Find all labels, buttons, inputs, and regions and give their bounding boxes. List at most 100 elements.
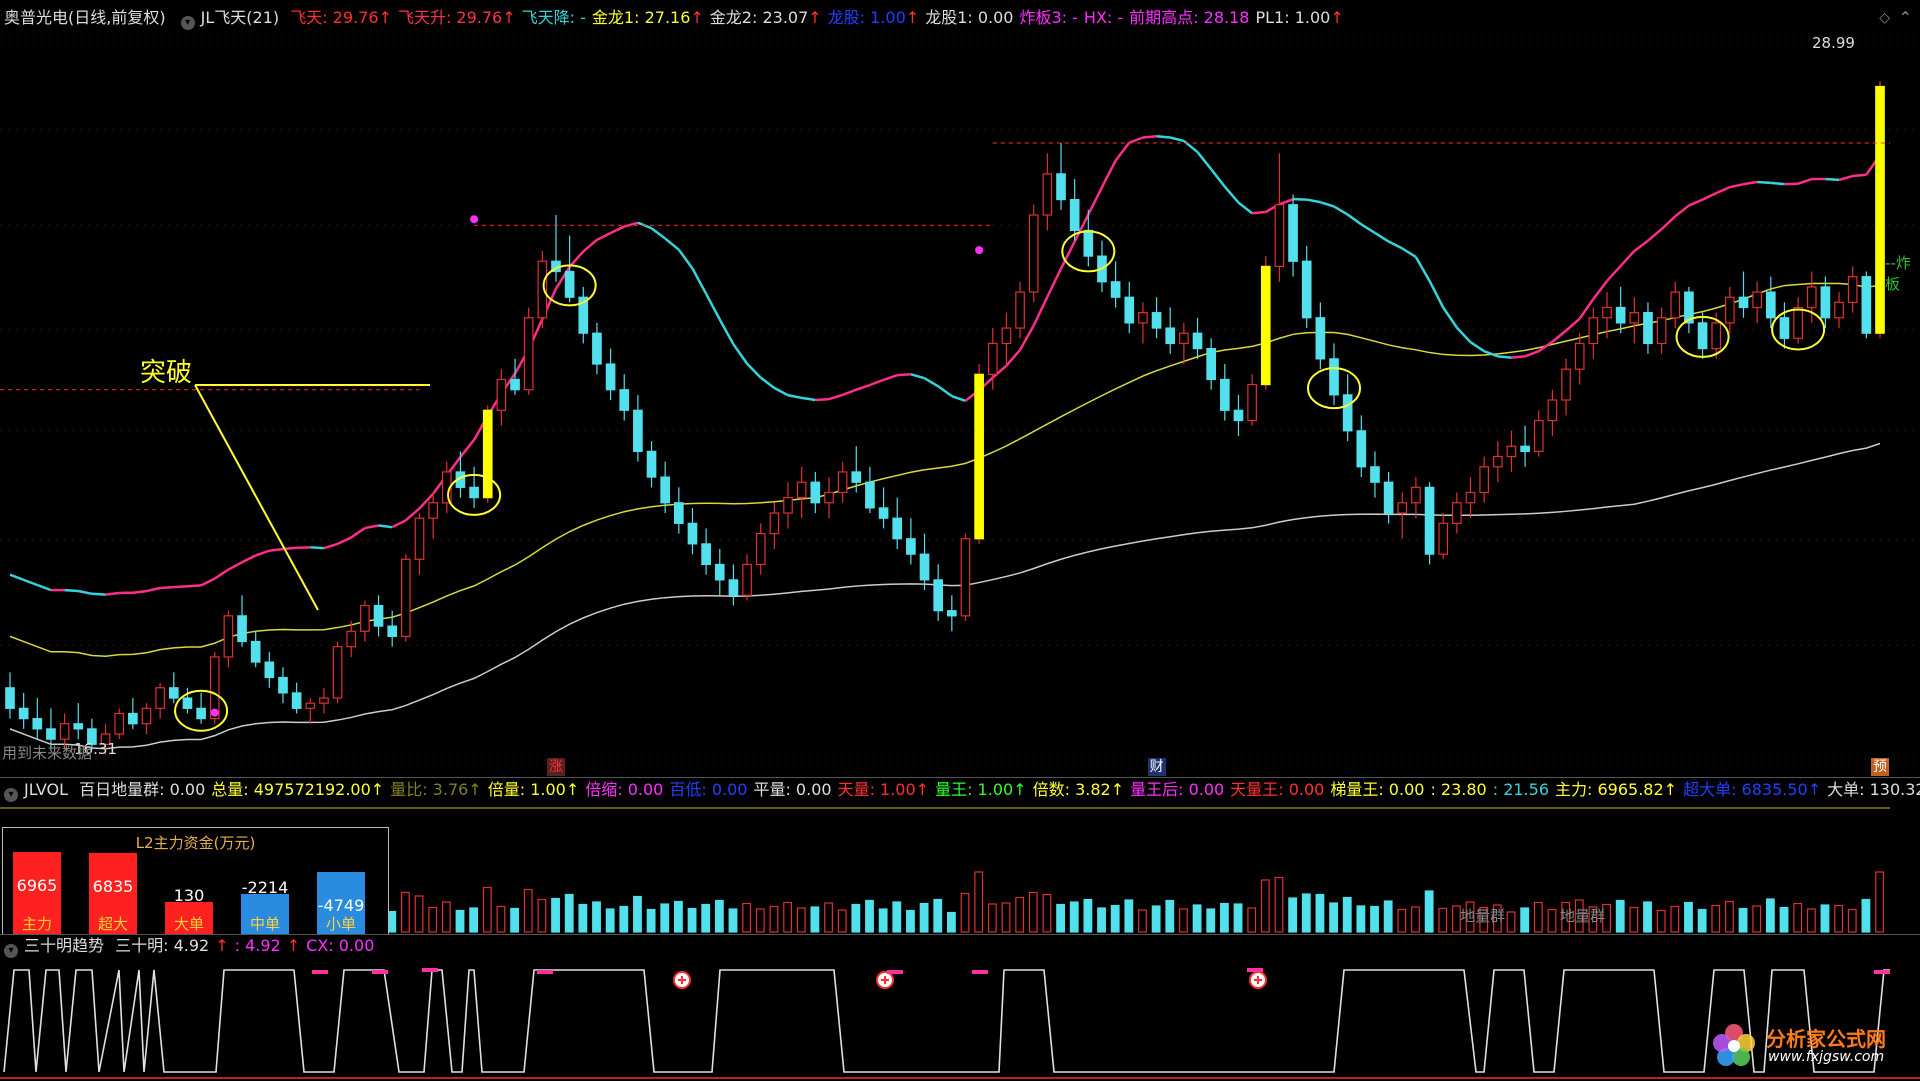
stock-title[interactable]: 奥普光电(日线,前复权) (4, 8, 166, 27)
candle-body (1492, 455, 1503, 468)
scroll-up-icon[interactable]: ⌃ (1899, 8, 1912, 27)
band-line-segment (1360, 223, 1376, 235)
candle-body (73, 723, 84, 730)
volume-bar (619, 905, 629, 933)
trend-highlight (372, 970, 388, 974)
indicator-value: 超大单: 6835.50↑ (1683, 780, 1822, 799)
volume-bar (1274, 876, 1284, 933)
candle-body (469, 486, 479, 499)
band-line-segment (91, 592, 106, 596)
band-line-segment (269, 547, 284, 552)
band-line-segment (105, 591, 120, 596)
candle-body (1329, 358, 1339, 396)
band-line-segment (173, 585, 188, 589)
indicator-value: CX: 0.00 (306, 936, 375, 955)
volume-bar (1356, 905, 1366, 933)
volume-bar (592, 901, 601, 933)
volume-bar (987, 903, 997, 933)
candle-body (1479, 466, 1489, 494)
candle-body (960, 538, 971, 617)
band-line-segment (1592, 280, 1609, 300)
trend-indicator-name[interactable]: 三十明趋势 (24, 936, 104, 955)
volume-bar (755, 908, 765, 933)
band-line-segment (1100, 160, 1117, 188)
l2-label: 小单 (325, 915, 356, 933)
band-line-segment (1524, 350, 1540, 358)
event-marker[interactable]: 财 (1147, 758, 1166, 776)
indicator-value: PL1: 1.00 (1255, 8, 1331, 27)
l2-panel-title: L2主力资金(万元) (135, 834, 256, 852)
volume-bar (1138, 909, 1147, 933)
l2-value: 130 (173, 885, 205, 905)
volume-bar (1097, 907, 1106, 933)
volume-bar (1260, 879, 1270, 933)
volume-indicator-name[interactable]: JLVOL (24, 780, 68, 799)
chevron-down-icon[interactable]: ▾ (180, 16, 195, 30)
band-line-segment (828, 393, 844, 401)
candle-body (646, 450, 657, 478)
volume-bar (1015, 896, 1025, 933)
volume-bar (482, 886, 492, 933)
trend-highlight (537, 970, 553, 974)
ground-volume-label: 地量群 (1460, 907, 1506, 925)
band-line-segment (1442, 306, 1458, 329)
trend-highlight (422, 968, 438, 972)
right-edge-label: --炸板 (1885, 254, 1911, 293)
l2-column: -4749 小单 (317, 871, 365, 934)
band-line-segment (1797, 177, 1813, 185)
flower-logo-icon (1710, 1021, 1758, 1069)
candle-body (32, 718, 43, 730)
event-marker[interactable]: 涨 (546, 758, 565, 776)
band-line-segment (937, 385, 953, 398)
candle-body (5, 687, 15, 709)
candle-body (810, 481, 821, 504)
volume-bar (1765, 898, 1775, 933)
band-line-segment (1414, 256, 1431, 282)
band-line-segment (1046, 267, 1063, 298)
candle-body (1725, 296, 1735, 324)
indicator-value: 倍数: 3.82↑ (1032, 780, 1125, 799)
indicator-value: 龙股1: 0.00 (925, 8, 1014, 27)
volume-bar (1192, 904, 1202, 933)
candle-body (1342, 394, 1353, 432)
volume-bar (1752, 905, 1762, 933)
chevron-down-icon[interactable]: ▾ (4, 788, 18, 802)
event-marker[interactable]: 预 (1871, 758, 1889, 776)
band-line-segment (1770, 181, 1785, 186)
peak-dot (470, 215, 479, 224)
candle-body (1806, 286, 1817, 309)
l2-value: 6835 (92, 877, 134, 897)
band-line-segment (160, 585, 174, 590)
restore-icon[interactable]: ◇ (1879, 10, 1890, 26)
band-line-segment (1702, 192, 1717, 201)
candle-body (1110, 281, 1121, 298)
volume-bar (1151, 905, 1161, 933)
band-line-segment (787, 394, 802, 400)
volume-bar (387, 910, 397, 933)
volume-bar (1083, 898, 1093, 933)
band-line-segment (1251, 210, 1266, 215)
band-line-segment (1578, 298, 1595, 320)
band-line-segment (677, 248, 694, 270)
candle-body (1834, 301, 1844, 319)
volume-bar (1069, 901, 1079, 933)
volume-bar (1779, 906, 1789, 933)
band-line-segment (923, 377, 939, 388)
panel-divider (0, 777, 1920, 778)
candle-body (1875, 85, 1885, 334)
indicator-name[interactable]: JL飞天(21) (201, 8, 279, 27)
volume-bar (1697, 908, 1707, 933)
candle-body (1711, 322, 1722, 350)
volume-bar (401, 891, 410, 933)
volume-bar (414, 895, 424, 933)
candle-body (141, 707, 152, 725)
band-line-segment (1825, 177, 1840, 182)
volume-bar (946, 911, 956, 933)
arrow-icon: ↑ (808, 8, 822, 27)
chevron-down-icon[interactable]: ▾ (4, 944, 18, 958)
volume-bar (660, 903, 670, 933)
band-line-segment (910, 373, 925, 380)
indicator-value: 天量: 1.00↑ (837, 780, 930, 799)
indicator-value: 飞天升: 29.76 (397, 8, 503, 27)
l2-capital-panel: L2主力资金(万元) 6965 主力 6835 超大 130 大单 -2214 中单 -4749… (2, 827, 389, 935)
